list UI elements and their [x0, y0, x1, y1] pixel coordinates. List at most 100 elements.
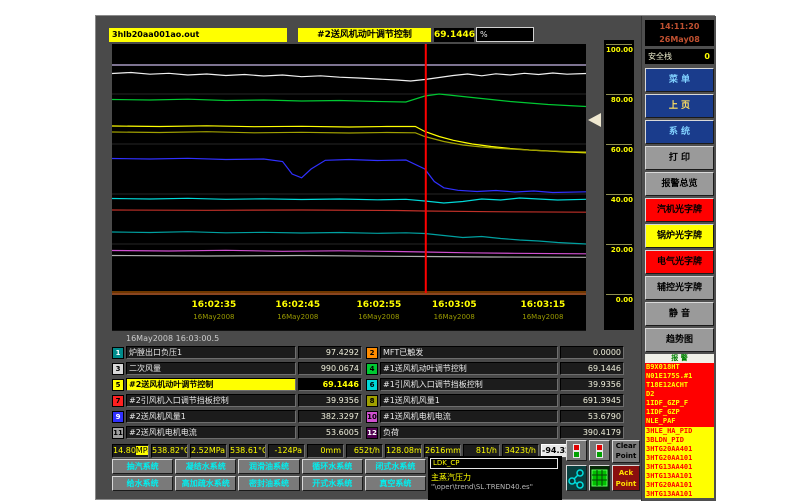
- sidebar-button[interactable]: 锅炉光字牌: [645, 224, 714, 248]
- sidebar-button[interactable]: 菜 单: [645, 68, 714, 92]
- scale-pointer-strip: [586, 44, 604, 294]
- sidebar-button[interactable]: 电气光字牌: [645, 250, 714, 274]
- clock-time: 14:11:20: [645, 20, 714, 33]
- legend-row[interactable]: 12负荷390.4179: [366, 425, 624, 440]
- alarm-tag[interactable]: 3HTG13AA101: [645, 490, 714, 498]
- alarm-tag[interactable]: 3HTG20AA101: [645, 454, 714, 463]
- pen-label[interactable]: #1送风机风量1: [380, 394, 558, 407]
- pen-value: 69.1446: [560, 362, 624, 375]
- pen-label[interactable]: #1送风机电机电流: [380, 410, 558, 423]
- alarm-tag[interactable]: B9X018HT: [645, 363, 714, 372]
- status-value: 128.08m: [385, 444, 422, 458]
- level-indicator-icon: [573, 444, 580, 458]
- pen-value: 97.4292: [298, 346, 362, 359]
- pen-label[interactable]: 二次风量: [126, 362, 296, 375]
- pen-label[interactable]: #1送风机动叶调节控制: [380, 362, 558, 375]
- alarm-tag[interactable]: 3BLDN_PID: [645, 436, 714, 445]
- trend-line: [112, 256, 586, 258]
- pen-color-chip: 9: [112, 411, 124, 423]
- nav-button[interactable]: 给水系统: [112, 476, 173, 491]
- status-value: 2.52MPa: [190, 444, 227, 458]
- sidebar-button[interactable]: 打 印: [645, 146, 714, 170]
- legend-row[interactable]: 11#2送风机电机电流53.6005: [112, 425, 362, 440]
- pen-color-chip: 7: [112, 395, 124, 407]
- sidebar-button[interactable]: 趋势图: [645, 328, 714, 352]
- pen-label[interactable]: #2送风机电机电流: [126, 426, 296, 439]
- x-tick-time: 16:02:55: [339, 300, 419, 310]
- level-indicator-icon: [596, 444, 603, 458]
- alarm-tag[interactable]: 3HTG20AA401: [645, 445, 714, 454]
- pen-label[interactable]: MFT已触发: [380, 346, 558, 359]
- alarm-tag[interactable]: D2: [645, 390, 714, 399]
- nav-button[interactable]: 凝结水系统: [175, 459, 236, 474]
- point-tag-label: 3hlb20aa001ao.out: [109, 28, 287, 42]
- ack-point-button[interactable]: Ack Point: [612, 465, 640, 491]
- nav-button[interactable]: 高加疏水系统: [175, 476, 236, 491]
- unit-alarm-highlight: MPa: [136, 446, 149, 455]
- unit-field[interactable]: %: [476, 27, 534, 42]
- sidebar-button[interactable]: 报警总览: [645, 172, 714, 196]
- network-button[interactable]: [566, 465, 587, 491]
- y-tick-line: [606, 44, 632, 45]
- clock: 14:11:20 26May08: [645, 20, 714, 46]
- legend-row[interactable]: 9#2送风机风量1382.3297: [112, 409, 362, 424]
- trend-plot[interactable]: 16:02:3516May200816:02:4516May200816:02:…: [112, 44, 586, 331]
- legend-row[interactable]: 6#1引风机入口调节挡板控制39.9356: [366, 377, 624, 392]
- nav-button[interactable]: 开式水系统: [302, 476, 363, 491]
- legend-row[interactable]: 2MFT已触发0.0000: [366, 345, 624, 360]
- y-tick-label: 80.00: [611, 96, 633, 104]
- sidebar-button[interactable]: 辅控光字牌: [645, 276, 714, 300]
- pen-label[interactable]: 负荷: [380, 426, 558, 439]
- alarm-tag[interactable]: 3HTG13AA101: [645, 472, 714, 481]
- nav-button[interactable]: 密封油系统: [238, 476, 299, 491]
- status-value: 538.82°C: [151, 444, 188, 458]
- alarm-tag[interactable]: N01E175S.#1: [645, 372, 714, 381]
- pen-value: 691.3945: [560, 394, 624, 407]
- status-value: 652t/h: [346, 444, 383, 458]
- trend-line: [112, 94, 586, 107]
- legend-row[interactable]: 7#2引风机入口调节挡板控制39.9356: [112, 393, 362, 408]
- legend-row[interactable]: 4#1送风机动叶调节控制69.1446: [366, 361, 624, 376]
- alarm-tag[interactable]: 3HTG13AA401: [645, 463, 714, 472]
- alarm-tag[interactable]: 3HTG20AA101: [645, 481, 714, 490]
- pen-label[interactable]: #2送风机风量1: [126, 410, 296, 423]
- clock-date: 26May08: [645, 33, 714, 46]
- alarm-tag[interactable]: NLE_PAF: [645, 417, 714, 426]
- legend-row[interactable]: 8#1送风机风量1691.3945: [366, 393, 624, 408]
- legend-row[interactable]: 10#1送风机电机电流53.6790: [366, 409, 624, 424]
- grid-view-button[interactable]: [589, 465, 610, 491]
- pen-label[interactable]: #2引风机入口调节挡板控制: [126, 394, 296, 407]
- legend-row[interactable]: 5#2送风机动叶调节控制69.1446: [112, 377, 362, 392]
- nav-button[interactable]: 真空系统: [365, 476, 426, 491]
- legend-row[interactable]: 3二次风量990.0674: [112, 361, 362, 376]
- grid-icon: [590, 466, 609, 490]
- nav-button[interactable]: 抽汽系统: [112, 459, 173, 474]
- point-description: 主蒸汽压力: [431, 472, 471, 483]
- x-tick-date: 16May2008: [339, 313, 419, 321]
- y-tick-label: 60.00: [611, 146, 633, 154]
- nav-button[interactable]: 闭式水系统: [365, 459, 426, 474]
- clear-point-button[interactable]: Clear Point: [612, 440, 640, 463]
- sidebar-button[interactable]: 汽机光字牌: [645, 198, 714, 222]
- pen-label[interactable]: #2送风机动叶调节控制: [126, 378, 296, 391]
- alarm-tag[interactable]: 1IDF_GZP: [645, 408, 714, 417]
- point-name-input[interactable]: LDK_CP: [430, 458, 558, 469]
- alarm-tag[interactable]: 3HLE_HA_PID: [645, 427, 714, 436]
- alarm-tag[interactable]: T18E12ACHT: [645, 381, 714, 390]
- pen-indicator-button-1[interactable]: [566, 440, 587, 461]
- nav-button[interactable]: 循环水系统: [302, 459, 363, 474]
- sidebar-button[interactable]: 上 页: [645, 94, 714, 118]
- alarm-list-warning[interactable]: 3HLE_HA_PID3BLDN_PID3HTG20AA4013HTG20AA1…: [645, 427, 714, 498]
- alarm-list-critical[interactable]: B9X018HTN01E175S.#1T18E12ACHTD21IDF_GZP_…: [645, 363, 714, 427]
- pen-indicator-button-2[interactable]: [589, 440, 610, 461]
- selected-pen-pointer-icon[interactable]: [588, 113, 601, 127]
- alarm-tag[interactable]: 1IDF_GZP_F: [645, 399, 714, 408]
- sidebar-button[interactable]: 系 统: [645, 120, 714, 144]
- pen-label[interactable]: 炉膛出口负压1: [126, 346, 296, 359]
- sidebar-button[interactable]: 静 音: [645, 302, 714, 326]
- x-tick-date: 16May2008: [258, 313, 338, 321]
- pen-label[interactable]: #1引风机入口调节挡板控制: [380, 378, 558, 391]
- y-tick-label: 0.00: [616, 296, 633, 304]
- legend-row[interactable]: 1炉膛出口负压197.4292: [112, 345, 362, 360]
- nav-button[interactable]: 润滑油系统: [238, 459, 299, 474]
